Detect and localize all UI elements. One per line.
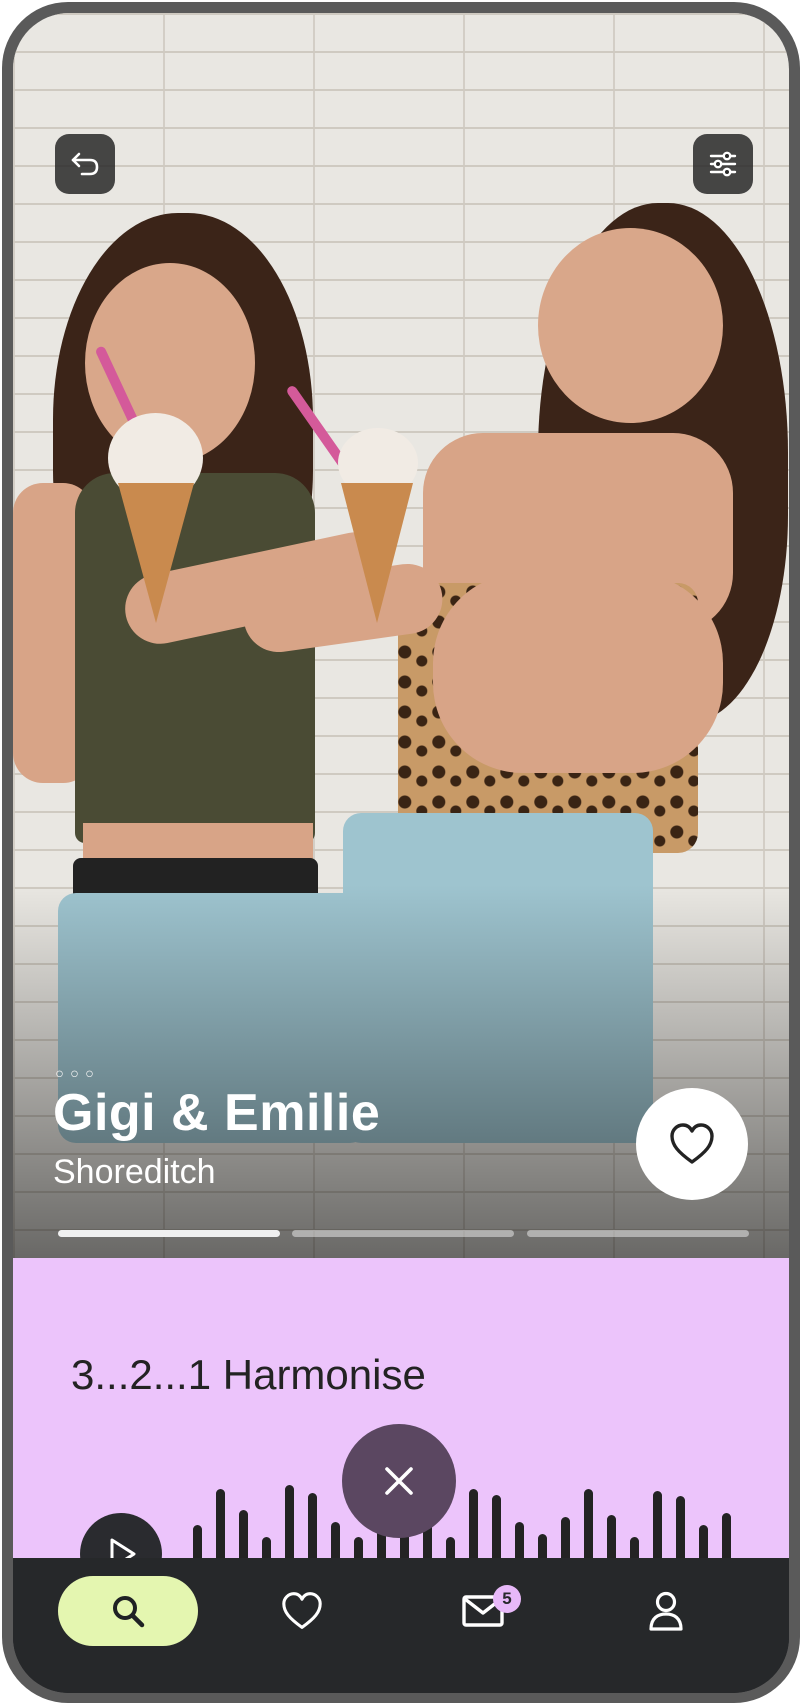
waveform-bar [262,1537,271,1558]
waveform-bar [193,1525,202,1558]
audio-waveform [193,1443,753,1558]
messages-icon-wrap: 5 [461,1585,521,1629]
back-button[interactable] [55,134,115,194]
heart-icon [670,1123,714,1164]
waveform-bar [584,1489,593,1558]
waveform-bar [561,1517,570,1558]
user-icon [649,1591,683,1631]
waveform-bar [216,1489,225,1558]
pass-button[interactable] [342,1424,456,1538]
close-icon [385,1467,413,1495]
back-arrow-icon [71,152,99,176]
nav-search[interactable] [58,1576,198,1646]
photo-progress-1 [58,1230,280,1237]
waveform-bar [239,1510,248,1558]
waveform-bar [538,1534,547,1558]
nav-messages[interactable]: 5 [443,1576,523,1646]
heart-outline-icon [282,1592,322,1629]
nav-profile[interactable] [626,1576,706,1646]
profile-location: Shoreditch [53,1153,216,1191]
search-icon [113,1596,145,1628]
sliders-icon [709,151,737,177]
filters-button[interactable] [693,134,753,194]
waveform-bar [492,1495,501,1558]
app-screen: ◦◦◦ Gigi & Emilie Shoreditch 3...2...1 H… [13,13,789,1693]
waveform-bar [515,1522,524,1558]
phone-frame: ◦◦◦ Gigi & Emilie Shoreditch 3...2...1 H… [2,2,800,1703]
waveform-bar [630,1537,639,1558]
waveform-bar [699,1525,708,1558]
waveform-bar [354,1537,363,1558]
bottom-navigation: 5 [13,1558,789,1693]
waveform-bar [446,1537,455,1558]
waveform-bar [722,1513,731,1558]
prompt-title: 3...2...1 Harmonise [71,1351,426,1398]
waveform-bar [331,1522,340,1558]
waveform-bar [653,1491,662,1558]
waveform-bar [285,1485,294,1558]
nav-likes[interactable] [262,1576,342,1646]
photo-progress-2 [292,1230,514,1237]
waveform-bar [308,1493,317,1558]
photo-progress-3 [527,1230,749,1237]
profile-name: Gigi & Emilie [53,1084,381,1142]
waveform-bar [676,1496,685,1558]
messages-badge: 5 [493,1585,521,1613]
waveform-bar [469,1489,478,1558]
waveform-bar [607,1515,616,1558]
profile-photo[interactable]: ◦◦◦ Gigi & Emilie Shoreditch [13,13,789,1258]
like-button[interactable] [636,1088,748,1200]
photo-gradient-overlay [13,13,789,1258]
